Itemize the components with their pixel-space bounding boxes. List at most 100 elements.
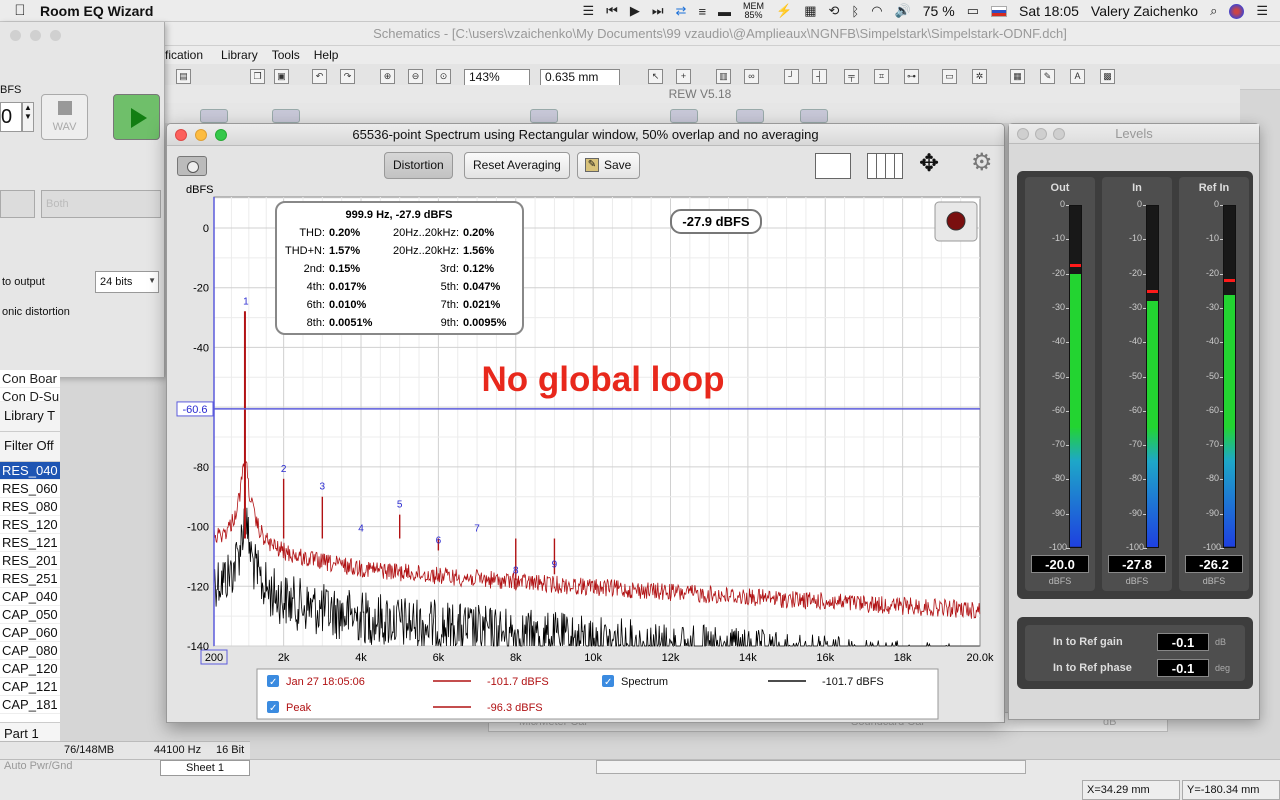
window-minimize-button[interactable] [1035, 128, 1047, 140]
bluetooth-icon[interactable]: ᛒ [851, 4, 859, 19]
list-icon[interactable]: ☰ [582, 3, 594, 19]
truck-icon[interactable]: ▬ [718, 4, 731, 19]
copy-icon[interactable]: ❐ [250, 69, 265, 84]
rew-tool-icon[interactable] [272, 109, 300, 123]
zoom-out-icon[interactable]: ⊖ [408, 69, 423, 84]
tab-sheet-1[interactable]: Sheet 1 [160, 760, 250, 776]
menu-item-specification[interactable]: fication [165, 46, 203, 64]
zoom-select[interactable]: 143% [464, 69, 530, 86]
list-item[interactable]: CAP_120 [0, 660, 60, 678]
component-icon[interactable]: ▥ [716, 69, 731, 84]
undo-icon[interactable]: ↶ [312, 69, 327, 84]
pointer-icon[interactable]: ↖ [648, 69, 663, 84]
siri-icon[interactable] [1229, 3, 1245, 19]
gear-chip-icon[interactable]: ✲ [972, 69, 987, 84]
list-item[interactable]: CAP_121 [0, 678, 60, 696]
junction-icon[interactable]: ⊶ [904, 69, 919, 84]
user-name[interactable]: Valery Zaichenko [1091, 3, 1198, 19]
list-item[interactable]: CAP_050 [0, 606, 60, 624]
battery-icon[interactable]: ▭ [967, 3, 979, 19]
levels-window: Levels Out 0 -10 -20 -30 -40 -50 -60 -70 -80 -90 -1… [1008, 123, 1260, 720]
notification-list-icon[interactable]: ☰ [1256, 3, 1268, 19]
bolt-icon[interactable]: ⚡ [776, 3, 792, 19]
wire-icon[interactable]: ┘ [784, 69, 799, 84]
horizontal-scrollbar[interactable] [596, 760, 1026, 774]
previous-track-icon[interactable]: ⏮ [606, 3, 618, 19]
window-close-button[interactable] [1017, 128, 1029, 140]
memory-indicator[interactable]: MEM 85% [743, 2, 764, 20]
list-item[interactable]: Con D-Su [0, 388, 60, 402]
tab-filter[interactable]: Filter Off [0, 432, 60, 462]
search-icon[interactable]: ⌕ [1210, 3, 1217, 19]
list-item[interactable]: Con Boar [0, 370, 60, 388]
tab-library[interactable]: Library T [0, 402, 60, 432]
channel-select[interactable] [0, 190, 35, 218]
play-icon[interactable]: ▶ [630, 3, 640, 19]
bars-icon[interactable]: ≡ [698, 4, 706, 19]
apple-icon[interactable]:  [0, 2, 40, 19]
chip-icon[interactable]: ▭ [942, 69, 957, 84]
list-item[interactable]: RES_040 [0, 462, 60, 480]
play-generator-button[interactable] [113, 94, 160, 140]
menu-item-tools[interactable]: Tools [272, 46, 300, 64]
next-track-icon[interactable]: ⏭ [652, 3, 664, 19]
meter-out: Out 0 -10 -20 -30 -40 -50 -60 -70 -80 -90 -100 -20.0… [1025, 177, 1095, 591]
list-item[interactable]: RES_080 [0, 498, 60, 516]
rew-tool-icon[interactable] [800, 109, 828, 123]
level-input[interactable]: 0 [0, 102, 22, 132]
window-close-button[interactable] [10, 30, 21, 41]
battery-percent[interactable]: 75 % [923, 3, 955, 19]
list-item[interactable]: CAP_040 [0, 588, 60, 606]
input-flag-icon[interactable] [990, 5, 1007, 17]
window-zoom-button[interactable] [1053, 128, 1065, 140]
edit-icon[interactable]: ✎ [1040, 69, 1055, 84]
rew-tool-icon[interactable] [736, 109, 764, 123]
table-icon[interactable]: ▦ [1010, 69, 1025, 84]
list-item[interactable]: CAP_060 [0, 624, 60, 642]
level-stepper[interactable]: ▲ ▼ [22, 102, 34, 132]
image-icon[interactable]: ▩ [1100, 69, 1115, 84]
list-item[interactable]: CAP_181 [0, 696, 60, 714]
auto-pwr-checkbox[interactable]: Auto Pwr/Gnd [4, 760, 72, 772]
paste-icon[interactable]: ▣ [274, 69, 289, 84]
clock[interactable]: Sat 18:05 [1019, 3, 1079, 19]
menu-item-library[interactable]: Library [221, 46, 258, 64]
net-icon[interactable]: ╤ [844, 69, 859, 84]
wifi-icon[interactable]: ◠ [871, 3, 882, 19]
rew-tool-icon[interactable] [670, 109, 698, 123]
window-minimize-button[interactable] [30, 30, 41, 41]
list-item[interactable]: RES_201 [0, 552, 60, 570]
coord-x-readout: X=34.29 mm [1082, 780, 1180, 800]
list-item[interactable]: RES_251 [0, 570, 60, 588]
list-item[interactable]: RES_121 [0, 534, 60, 552]
text-icon[interactable]: A [1070, 69, 1085, 84]
meter-fill [1224, 295, 1235, 547]
time-machine-icon[interactable]: ⟲ [829, 3, 840, 19]
app-name[interactable]: Room EQ Wizard [40, 3, 153, 19]
spectrum-chart[interactable]: dBFS 1 2 3 4 5 6 7 8 9 -60.6 200 2k 4k 6k 8k 10k 12k 14… [167, 124, 1005, 723]
window-zoom-button[interactable] [50, 30, 61, 41]
distortion-label: 6th: [307, 299, 325, 311]
bus-icon[interactable]: ┤ [812, 69, 827, 84]
teamviewer-icon[interactable]: ⇄ [676, 3, 687, 19]
zoom-fit-icon[interactable]: ⊙ [436, 69, 451, 84]
distortion-value: 0.20% [329, 227, 360, 239]
rew-tool-icon[interactable] [530, 109, 558, 123]
grid-icon[interactable]: ▦ [804, 3, 816, 19]
output-select[interactable]: Both [41, 190, 161, 218]
rew-tool-icon[interactable] [200, 109, 228, 123]
grid-select[interactable]: 0.635 mm [540, 69, 620, 86]
list-item[interactable]: RES_060 [0, 480, 60, 498]
volume-icon[interactable]: 🔊 [895, 3, 911, 19]
wav-button[interactable]: WAV [41, 94, 88, 140]
redo-icon[interactable]: ↷ [340, 69, 355, 84]
binoculars-icon[interactable]: ∞ [744, 69, 759, 84]
bits-select[interactable]: 24 bits [95, 271, 159, 293]
list-item[interactable]: CAP_080 [0, 642, 60, 660]
menu-item-help[interactable]: Help [314, 46, 339, 64]
zoom-in-icon[interactable]: ⊕ [380, 69, 395, 84]
crosshair-icon[interactable]: + [676, 69, 691, 84]
list-item[interactable]: RES_120 [0, 516, 60, 534]
label-icon[interactable]: ⌗ [874, 69, 889, 84]
print-icon[interactable]: ▤ [176, 69, 191, 84]
